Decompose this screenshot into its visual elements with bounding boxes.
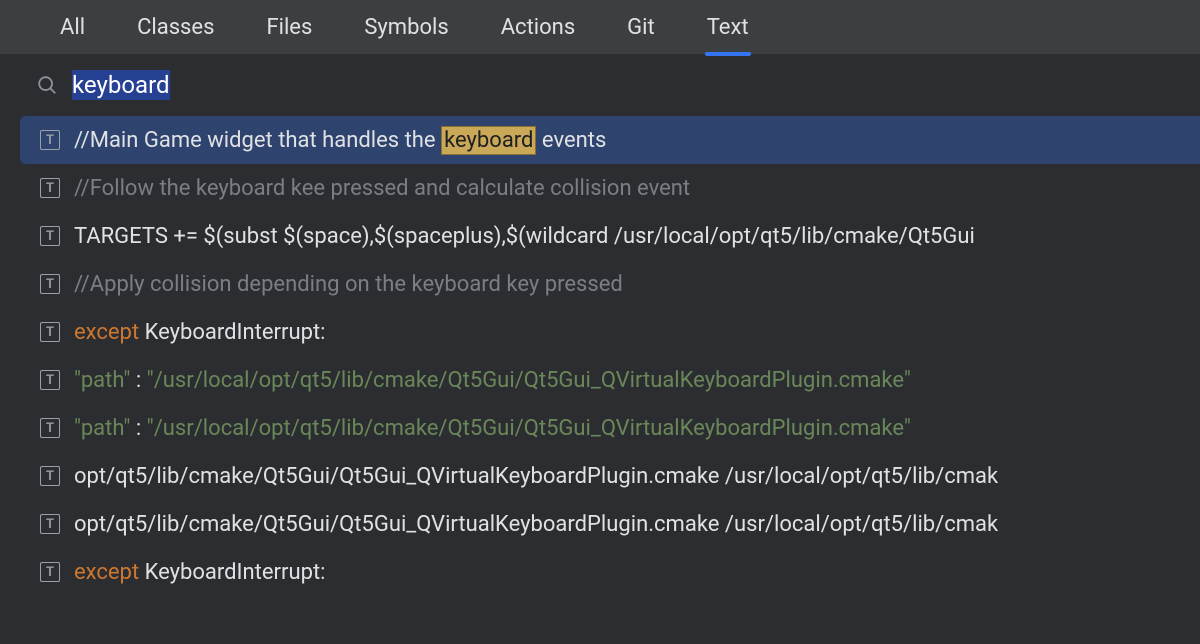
result-row[interactable]: T "path" : "/usr/local/opt/qt5/lib/cmake/… — [0, 356, 1200, 404]
result-text: "path" : "/usr/local/opt/qt5/lib/cmake/Q… — [74, 368, 911, 393]
tab-text[interactable]: Text — [705, 0, 751, 54]
result-text: except KeyboardInterrupt: — [74, 560, 325, 585]
tab-files[interactable]: Files — [264, 0, 314, 54]
result-text: except KeyboardInterrupt: — [74, 320, 325, 345]
result-row[interactable]: T //Follow the keyboard kee pressed and c… — [0, 164, 1200, 212]
result-text: //Apply collision depending on the keybo… — [74, 272, 623, 297]
text-file-icon: T — [40, 514, 60, 534]
result-row[interactable]: T //Apply collision depending on the keyb… — [0, 260, 1200, 308]
result-text: TARGETS += $(subst $(space),$(spaceplus)… — [74, 224, 975, 249]
text-file-icon: T — [40, 370, 60, 390]
result-text: "path" : "/usr/local/opt/qt5/lib/cmake/Q… — [74, 416, 911, 441]
result-row[interactable]: Topt/qt5/lib/cmake/Qt5Gui/Qt5Gui_QVirtua… — [0, 452, 1200, 500]
text-file-icon: T — [40, 226, 60, 246]
tab-actions[interactable]: Actions — [499, 0, 577, 54]
results-list: T //Main Game widget that handles the key… — [0, 116, 1200, 596]
text-file-icon: T — [40, 322, 60, 342]
text-file-icon: T — [40, 178, 60, 198]
text-file-icon: T — [40, 418, 60, 438]
result-row[interactable]: Texcept KeyboardInterrupt: — [0, 548, 1200, 596]
text-file-icon: T — [40, 466, 60, 486]
search-input-wrap: keyboard — [72, 71, 1200, 99]
search-input[interactable] — [72, 71, 1200, 99]
text-file-icon: T — [40, 130, 60, 150]
result-row[interactable]: Topt/qt5/lib/cmake/Qt5Gui/Qt5Gui_QVirtua… — [0, 500, 1200, 548]
result-row[interactable]: T "path" : "/usr/local/opt/qt5/lib/cmake/… — [0, 404, 1200, 452]
result-text: //Follow the keyboard kee pressed and ca… — [74, 176, 690, 201]
text-file-icon: T — [40, 562, 60, 582]
result-row[interactable]: T //Main Game widget that handles the key… — [20, 116, 1200, 164]
tab-classes[interactable]: Classes — [135, 0, 216, 54]
search-icon — [36, 74, 58, 96]
tab-symbols[interactable]: Symbols — [362, 0, 450, 54]
result-row[interactable]: T TARGETS += $(subst $(space),$(spaceplus… — [0, 212, 1200, 260]
search-row: keyboard — [0, 54, 1200, 116]
result-text: opt/qt5/lib/cmake/Qt5Gui/Qt5Gui_QVirtual… — [74, 512, 998, 537]
search-tabs: All Classes Files Symbols Actions Git Text — [0, 0, 1200, 54]
text-file-icon: T — [40, 274, 60, 294]
tab-git[interactable]: Git — [625, 0, 657, 54]
tab-all[interactable]: All — [58, 0, 87, 54]
result-text: //Main Game widget that handles the keyb… — [74, 128, 606, 153]
result-row[interactable]: Texcept KeyboardInterrupt: — [0, 308, 1200, 356]
result-text: opt/qt5/lib/cmake/Qt5Gui/Qt5Gui_QVirtual… — [74, 464, 998, 489]
